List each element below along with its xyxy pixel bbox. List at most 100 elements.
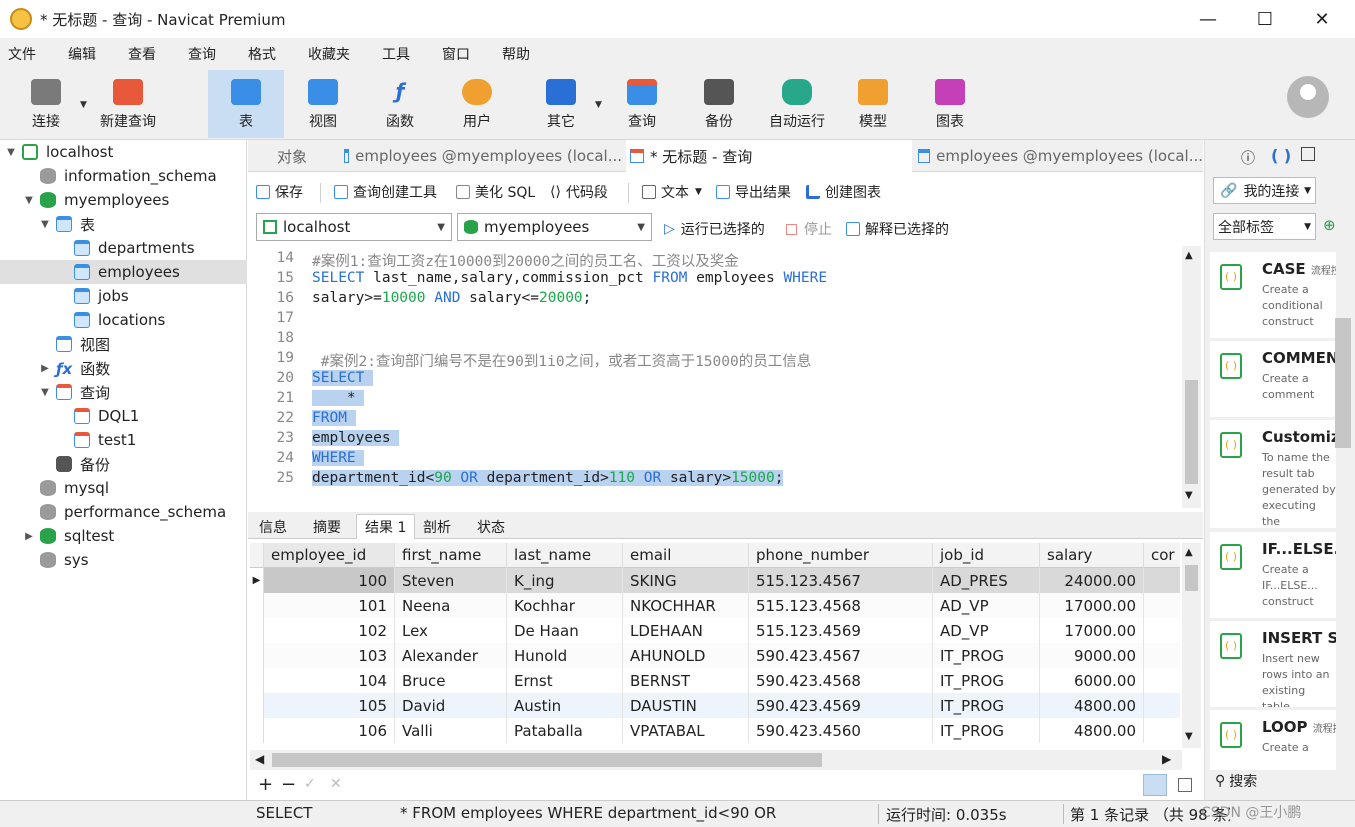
table-cell[interactable]: NKOCHHAR [623, 593, 749, 618]
run-selected-button[interactable]: ▷ 运行已选择的 [664, 219, 765, 239]
table-cell[interactable]: Steven [395, 568, 507, 593]
collapsed-icon[interactable]: ▶ [38, 363, 52, 374]
editor-scroll-thumb[interactable] [1185, 380, 1198, 484]
snippet-card[interactable]: ( ) Customiz To name the result tab gener… [1210, 420, 1336, 528]
tree-connection-localhost[interactable]: ▼ localhost [4, 140, 247, 164]
code-snippet-icon[interactable]: ( ) [1271, 146, 1291, 165]
add-snippet-icon[interactable]: ⊕ [1323, 216, 1336, 234]
minimize-button[interactable]: — [1180, 0, 1236, 38]
row-selector[interactable] [250, 668, 264, 693]
table-cell[interactable] [1144, 718, 1180, 743]
column-header[interactable]: salary [1040, 543, 1144, 568]
table-cell[interactable]: IT_PROG [933, 718, 1040, 743]
table-cell[interactable]: Austin [507, 693, 623, 718]
my-connection-select[interactable]: 🔗 我的连接 ▼ [1213, 177, 1316, 204]
table-cell[interactable]: 515.123.4569 [749, 618, 933, 643]
explain-selected-button[interactable]: 解释已选择的 [846, 219, 949, 239]
maximize-button[interactable]: ☐ [1237, 0, 1293, 38]
table-cell[interactable] [1144, 643, 1180, 668]
column-header[interactable]: cor [1144, 543, 1180, 568]
table-cell[interactable]: AHUNOLD [623, 643, 749, 668]
auto-run-button[interactable]: 自动运行 [762, 70, 832, 138]
grid-vertical-scrollbar[interactable]: ▲ ▼ [1182, 543, 1201, 748]
table-cell[interactable]: LDEHAAN [623, 618, 749, 643]
menu-favorites[interactable]: 收藏夹 [300, 44, 366, 64]
table-cell[interactable]: Pataballa [507, 718, 623, 743]
table-cell[interactable]: AD_VP [933, 593, 1040, 618]
table-cell[interactable]: VPATABAL [623, 718, 749, 743]
editor-scrollbar[interactable]: ▲ ▼ [1182, 246, 1201, 508]
grid-hscroll-thumb[interactable] [272, 753, 822, 767]
expanded-icon[interactable]: ▼ [38, 387, 52, 398]
snippet-search[interactable]: ⚲ 搜索 [1215, 771, 1257, 791]
panel-layout-icon[interactable] [1301, 147, 1315, 161]
close-button[interactable]: ✕ [1294, 0, 1350, 38]
table-cell[interactable]: AD_VP [933, 618, 1040, 643]
table-cell[interactable]: IT_PROG [933, 643, 1040, 668]
function-button[interactable]: ƒ 函数 [365, 70, 435, 138]
table-cell[interactable]: Bruce [395, 668, 507, 693]
table-cell[interactable]: Lex [395, 618, 507, 643]
column-header[interactable]: email [623, 543, 749, 568]
tree-backups-folder[interactable]: 备份 [38, 452, 247, 476]
save-button[interactable]: 保存 [256, 182, 303, 202]
table-cell[interactable]: 515.123.4568 [749, 593, 933, 618]
table-cell[interactable]: 105 [264, 693, 395, 718]
scroll-down-icon[interactable]: ▼ [1185, 731, 1193, 742]
snippet-card[interactable]: ( ) COMMEN Create a comment [1210, 341, 1336, 417]
table-cell[interactable]: BERNST [623, 668, 749, 693]
table-cell[interactable]: AD_PRES [933, 568, 1040, 593]
text-dropdown-icon[interactable]: ▼ [695, 187, 702, 197]
table-cell[interactable] [1144, 668, 1180, 693]
menu-edit[interactable]: 编辑 [60, 44, 112, 64]
table-cell[interactable]: 6000.00 [1040, 668, 1144, 693]
table-cell[interactable]: 24000.00 [1040, 568, 1144, 593]
scroll-up-icon[interactable]: ▲ [1185, 250, 1193, 261]
scroll-right-icon[interactable]: ▶ [1162, 752, 1171, 766]
column-header[interactable]: employee_id [264, 543, 395, 568]
menu-query[interactable]: 查询 [180, 44, 232, 64]
snippet-card[interactable]: ( ) LOOP 流程控 Create a [1210, 710, 1336, 770]
database-select[interactable]: myemployees ▼ [457, 213, 652, 241]
tree-views-folder[interactable]: 视图 [38, 332, 247, 356]
tab-employees-design[interactable]: employees @myemployees (local... [914, 140, 1203, 172]
form-view-icon[interactable] [1178, 778, 1192, 792]
connect-button[interactable]: 连接 [18, 70, 74, 138]
scroll-up-icon[interactable]: ▲ [1185, 547, 1193, 558]
discard-icon[interactable]: ✕ [330, 776, 342, 792]
snippet-scroll-thumb[interactable] [1335, 318, 1351, 448]
beautify-sql-button[interactable]: 美化 SQL [456, 182, 535, 202]
table-cell[interactable]: 106 [264, 718, 395, 743]
tree-functions-folder[interactable]: ▶ ƒx 函数 [38, 356, 247, 380]
tree-table-departments[interactable]: departments [56, 236, 247, 260]
tree-tables-folder[interactable]: ▼ 表 [38, 212, 247, 236]
export-result-button[interactable]: 导出结果 [716, 182, 791, 202]
tree-db-sys[interactable]: sys [22, 548, 247, 572]
table-cell[interactable]: 4800.00 [1040, 693, 1144, 718]
backup-button[interactable]: 备份 [684, 70, 754, 138]
tree-table-jobs[interactable]: jobs [56, 284, 247, 308]
table-cell[interactable]: DAUSTIN [623, 693, 749, 718]
tab-info[interactable]: 信息 [251, 514, 295, 539]
table-cell[interactable] [1144, 618, 1180, 643]
table-cell[interactable]: Ernst [507, 668, 623, 693]
row-selector[interactable] [250, 643, 264, 668]
menu-format[interactable]: 格式 [240, 44, 292, 64]
table-cell[interactable] [1144, 593, 1180, 618]
table-cell[interactable]: IT_PROG [933, 668, 1040, 693]
column-header[interactable]: phone_number [749, 543, 933, 568]
add-row-icon[interactable]: + [258, 774, 273, 795]
tab-profile[interactable]: 剖析 [415, 514, 459, 539]
tree-table-employees[interactable]: employees [0, 260, 247, 284]
scroll-down-icon[interactable]: ▼ [1185, 490, 1193, 501]
view-button[interactable]: 视图 [288, 70, 358, 138]
tab-employees-table[interactable]: employees @myemployees (local... [340, 140, 622, 172]
query-button[interactable]: 查询 [608, 70, 676, 138]
model-button[interactable]: 模型 [838, 70, 908, 138]
tab-status[interactable]: 状态 [469, 514, 513, 539]
tree-query-test1[interactable]: test1 [56, 428, 247, 452]
menu-tools[interactable]: 工具 [374, 44, 426, 64]
menu-help[interactable]: 帮助 [494, 44, 546, 64]
table-cell[interactable]: 102 [264, 618, 395, 643]
table-cell[interactable]: IT_PROG [933, 693, 1040, 718]
